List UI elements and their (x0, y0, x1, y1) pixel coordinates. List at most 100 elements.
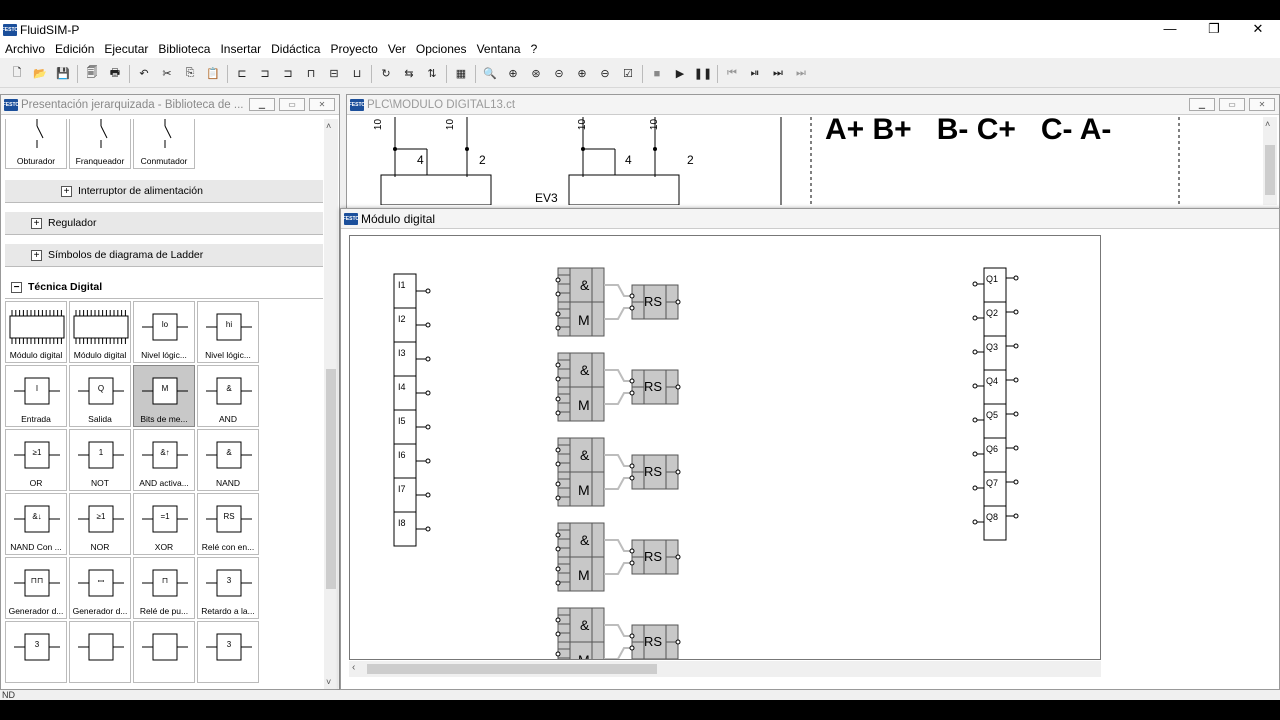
print-icon[interactable]: 🖶 (106, 65, 124, 83)
digital-module-canvas[interactable]: I1 I2 I3 I4 I5 I6 I7 I8 Q1 Q2 Q3 Q4 Q5 Q6 Q7 Q8 & M RS & M RS… (349, 235, 1101, 660)
align-top-icon[interactable]: ⊓ (302, 65, 320, 83)
library-item[interactable]: 3 (5, 621, 67, 683)
library-group[interactable]: + Interruptor de alimentación (5, 179, 323, 203)
flip-v-icon[interactable]: ⇅ (423, 65, 441, 83)
library-item[interactable]: 3 (197, 621, 259, 683)
menu-item-3[interactable]: Biblioteca (153, 42, 215, 56)
plc-scrollbar[interactable]: ˄ (1263, 117, 1277, 205)
scroll-down-icon[interactable]: ˅ (326, 677, 331, 687)
library-item[interactable]: Módulo digital (5, 301, 67, 363)
library-scrollbar[interactable]: ˄ ˅ (324, 119, 338, 689)
record-icon[interactable]: ⏭ (792, 65, 810, 83)
menu-item-10[interactable]: ? (526, 42, 543, 56)
library-group-open[interactable]: − Técnica Digital (5, 275, 323, 299)
cut-icon[interactable]: ✂ (158, 65, 176, 83)
scroll-left-icon[interactable]: ‹ (352, 662, 355, 673)
expand-icon[interactable]: + (61, 185, 72, 197)
scroll-thumb[interactable] (1265, 145, 1275, 195)
minimize-button[interactable]: — (1148, 20, 1192, 40)
scroll-thumb[interactable] (367, 664, 657, 674)
horizontal-scrollbar[interactable]: ‹ (349, 661, 1101, 677)
close-button[interactable]: ✕ (1249, 98, 1275, 111)
library-item[interactable]: Q Salida (69, 365, 131, 427)
menu-item-5[interactable]: Didáctica (266, 42, 325, 56)
library-item[interactable]: 3 Retardo a la... (197, 557, 259, 619)
close-button[interactable]: ✕ (1236, 20, 1280, 40)
copy-icon[interactable]: ⎘ (181, 65, 199, 83)
maximize-button[interactable]: ▭ (279, 98, 305, 111)
menu-item-4[interactable]: Insertar (215, 42, 266, 56)
library-item[interactable]: lo Nivel lógic... (133, 301, 195, 363)
library-item[interactable]: 1 NOT (69, 429, 131, 491)
plc-drawing[interactable]: 10 10 10 10 4 2 4 2 EV3 A+ B+ B- C+ C- A… (351, 117, 1263, 205)
library-item[interactable]: Módulo digital (69, 301, 131, 363)
minimize-button[interactable]: ▁ (1189, 98, 1215, 111)
zoom-prev-icon[interactable]: ⊝ (550, 65, 568, 83)
library-item[interactable]: =1 XOR (133, 493, 195, 555)
library-item[interactable]: hi Nivel lógic... (197, 301, 259, 363)
library-item[interactable]: &↓ NAND Con ... (5, 493, 67, 555)
step-icon[interactable]: ⏯ (746, 65, 764, 83)
align-bottom-icon[interactable]: ⊔ (348, 65, 366, 83)
maximize-button[interactable]: ❐ (1192, 20, 1236, 40)
check-icon[interactable]: ☑ (619, 65, 637, 83)
library-item[interactable]: & AND (197, 365, 259, 427)
library-item[interactable]: & NAND (197, 429, 259, 491)
maximize-button[interactable]: ▭ (1219, 98, 1245, 111)
library-item[interactable]: ≥1 NOR (69, 493, 131, 555)
align-left-icon[interactable]: ⊏ (233, 65, 251, 83)
flip-h-icon[interactable]: ⇆ (400, 65, 418, 83)
minimize-button[interactable]: ▁ (249, 98, 275, 111)
expand-icon[interactable]: + (31, 217, 42, 229)
library-item[interactable]: M Bits de me... (133, 365, 195, 427)
menu-item-2[interactable]: Ejecutar (99, 42, 153, 56)
align-middle-icon[interactable]: ⊟ (325, 65, 343, 83)
new-icon[interactable]: 🗋 (8, 65, 26, 83)
library-item[interactable]: ≥1 OR (5, 429, 67, 491)
scroll-up-icon[interactable]: ˄ (1265, 119, 1270, 129)
save-icon[interactable]: 💾 (54, 65, 72, 83)
close-button[interactable]: ✕ (309, 98, 335, 111)
reset-icon[interactable]: ⏮ (723, 65, 741, 83)
menu-item-7[interactable]: Ver (383, 42, 411, 56)
library-item[interactable]: ꟷ Generador d... (69, 557, 131, 619)
zoom-out-icon[interactable]: ⊖ (596, 65, 614, 83)
play-icon[interactable]: ▶ (671, 65, 689, 83)
library-group[interactable]: + Regulador (5, 211, 323, 235)
library-item[interactable] (133, 621, 195, 683)
undo-icon[interactable]: ↶ (135, 65, 153, 83)
menu-item-0[interactable]: Archivo (0, 42, 50, 56)
pause-icon[interactable]: ❚❚ (694, 65, 712, 83)
library-item[interactable]: Franqueador (69, 119, 131, 169)
open-icon[interactable]: 📂 (31, 65, 49, 83)
align-right-icon[interactable]: ⊐ (279, 65, 297, 83)
zoom-all-icon[interactable]: ⊛ (527, 65, 545, 83)
zoom-window-icon[interactable]: ⊕ (504, 65, 522, 83)
library-item[interactable]: I Entrada (5, 365, 67, 427)
menu-item-8[interactable]: Opciones (411, 42, 472, 56)
library-item[interactable]: Obturador (5, 119, 67, 169)
rotate-icon[interactable]: ↻ (377, 65, 395, 83)
stop-icon[interactable]: ■ (648, 65, 666, 83)
library-group[interactable]: + Símbolos de diagrama de Ladder (5, 243, 323, 267)
paste-icon[interactable]: 📋 (204, 65, 222, 83)
library-item[interactable]: &↑ AND activa... (133, 429, 195, 491)
zoom-fit-icon[interactable]: 🔍 (481, 65, 499, 83)
collapse-icon[interactable]: − (11, 281, 22, 293)
grid-icon[interactable]: ▦ (452, 65, 470, 83)
align-center-icon[interactable]: ⊐ (256, 65, 274, 83)
library-item[interactable]: RS Relé con en... (197, 493, 259, 555)
library-item[interactable] (69, 621, 131, 683)
library-item[interactable]: ⊓ Relé de pu... (133, 557, 195, 619)
scroll-thumb[interactable] (326, 369, 336, 589)
step-end-icon[interactable]: ⏭ (769, 65, 787, 83)
library-item[interactable]: Conmutador (133, 119, 195, 169)
expand-icon[interactable]: + (31, 249, 42, 261)
scroll-up-icon[interactable]: ˄ (326, 121, 331, 131)
menu-item-9[interactable]: Ventana (472, 42, 526, 56)
menu-item-6[interactable]: Proyecto (325, 42, 382, 56)
zoom-in-icon[interactable]: ⊕ (573, 65, 591, 83)
menu-item-1[interactable]: Edición (50, 42, 99, 56)
library-item[interactable]: ⊓⊓ Generador d... (5, 557, 67, 619)
print-preview-icon[interactable]: 🗐 (83, 65, 101, 83)
